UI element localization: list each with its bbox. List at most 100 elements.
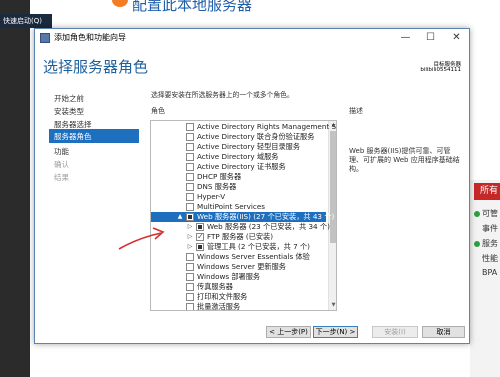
role-label: Web 服务器 (23 个已安装，共 34 个) bbox=[207, 222, 330, 231]
role-label: 管理工具 (2 个已安装，共 7 个) bbox=[207, 242, 310, 251]
tile-item-performance[interactable]: 性能 bbox=[474, 253, 498, 264]
role-checkbox[interactable] bbox=[186, 283, 194, 291]
tile-item-services[interactable]: 服务 bbox=[474, 238, 498, 249]
role-label: Active Directory 联合身份验证服务 bbox=[197, 132, 315, 141]
expand-icon[interactable]: ▷ bbox=[187, 232, 193, 242]
wizard-app-icon bbox=[40, 33, 50, 43]
instruction-text: 选择要安装在所选服务器上的一个或多个角色。 bbox=[151, 91, 294, 99]
server-manager-heading[interactable]: 配置此本地服务器 bbox=[132, 0, 252, 15]
role-label: Active Directory 证书服务 bbox=[197, 162, 286, 171]
role-checkbox[interactable] bbox=[186, 253, 194, 261]
role-checkbox[interactable] bbox=[186, 153, 194, 161]
nav-confirmation: 确认 bbox=[54, 160, 69, 169]
close-button[interactable]: ✕ bbox=[444, 29, 469, 47]
role-item[interactable]: ▷ 管理工具 (2 个已安装，共 7 个) bbox=[151, 242, 326, 252]
tile-item-bpa[interactable]: BPA bbox=[474, 268, 497, 277]
role-label: 传真服务器 bbox=[197, 282, 233, 291]
role-item[interactable]: ▷ ✓ FTP 服务器 (已安装) bbox=[151, 232, 326, 242]
collapse-icon[interactable]: ▲ bbox=[177, 212, 183, 222]
tile-item-manageability[interactable]: 可管 bbox=[474, 208, 498, 219]
role-checkbox[interactable] bbox=[196, 223, 204, 231]
role-label: 打印和文件服务 bbox=[197, 292, 248, 301]
scroll-thumb[interactable] bbox=[330, 131, 336, 243]
role-checkbox[interactable] bbox=[186, 303, 194, 310]
role-label: Hyper-V bbox=[197, 192, 226, 201]
next-button[interactable]: 下一步(N) > bbox=[313, 326, 358, 338]
role-checkbox[interactable] bbox=[186, 163, 194, 171]
nav-installation-type[interactable]: 安装类型 bbox=[54, 106, 84, 117]
nav-features[interactable]: 功能 bbox=[54, 146, 69, 157]
role-item[interactable]: Windows 部署服务 bbox=[151, 272, 326, 282]
role-label: DNS 服务器 bbox=[197, 182, 237, 191]
blank-icon bbox=[474, 270, 480, 276]
role-description: Web 服务器(IIS)提供可靠、可管理、可扩展的 Web 应用程序基础结构。 bbox=[349, 147, 460, 173]
role-label: Windows 部署服务 bbox=[197, 272, 261, 281]
page-title: 选择服务器角色 bbox=[43, 58, 149, 76]
expand-icon[interactable]: ▷ bbox=[187, 222, 193, 232]
role-item[interactable]: ▲ Web 服务器(IIS) (27 个已安装，共 43 个) bbox=[151, 212, 334, 222]
role-checkbox[interactable] bbox=[186, 263, 194, 271]
role-item[interactable]: Active Directory Rights Management Servi… bbox=[151, 122, 336, 132]
role-label: MultiPoint Services bbox=[197, 202, 266, 211]
role-item[interactable]: Windows Server 更新服务 bbox=[151, 262, 326, 272]
role-item[interactable]: Hyper-V bbox=[151, 192, 326, 202]
nav-results: 结果 bbox=[54, 173, 69, 182]
previous-button[interactable]: < 上一步(P) bbox=[266, 326, 311, 338]
role-item[interactable]: Windows Server Essentials 体验 bbox=[151, 252, 326, 262]
nav-server-roles-label: 服务器角色 bbox=[54, 132, 92, 141]
role-item[interactable]: Active Directory 联合身份验证服务 bbox=[151, 132, 326, 142]
role-item[interactable]: DHCP 服务器 bbox=[151, 172, 326, 182]
role-checkbox[interactable] bbox=[196, 243, 204, 251]
role-item[interactable]: 传真服务器 bbox=[151, 282, 326, 292]
title-bar[interactable]: 添加角色和功能向导 — ☐ ✕ bbox=[35, 29, 469, 47]
role-checkbox[interactable] bbox=[186, 193, 194, 201]
nav-server-roles[interactable]: 服务器角色 bbox=[49, 129, 139, 143]
role-label: Active Directory Rights Management Servi… bbox=[197, 122, 337, 131]
role-label: Windows Server 更新服务 bbox=[197, 262, 286, 271]
install-button: 安装(I) bbox=[372, 326, 418, 338]
role-item[interactable]: 打印和文件服务 bbox=[151, 292, 326, 302]
status-ok-icon bbox=[474, 210, 480, 217]
role-checkbox[interactable]: ✓ bbox=[196, 233, 204, 241]
role-checkbox[interactable] bbox=[186, 273, 194, 281]
role-item[interactable]: Active Directory 轻型目录服务 bbox=[151, 142, 326, 152]
cancel-button[interactable]: 取消 bbox=[422, 326, 465, 338]
window-title: 添加角色和功能向导 bbox=[54, 33, 126, 42]
role-label: FTP 服务器 (已安装) bbox=[207, 232, 274, 241]
role-checkbox[interactable] bbox=[186, 213, 194, 221]
role-label: 批量激活服务 bbox=[197, 302, 241, 311]
role-checkbox[interactable] bbox=[186, 183, 194, 191]
maximize-button[interactable]: ☐ bbox=[418, 29, 443, 47]
target-server-value: bilibili0554111 bbox=[420, 67, 461, 73]
status-ok-icon bbox=[474, 240, 480, 247]
role-label: Active Directory 轻型目录服务 bbox=[197, 142, 301, 151]
quick-start-item[interactable]: 快速启动(Q) bbox=[0, 14, 52, 28]
role-item[interactable]: ▷ Web 服务器 (23 个已安装，共 34 个) bbox=[151, 222, 330, 232]
blank-icon bbox=[474, 256, 480, 262]
role-checkbox[interactable] bbox=[186, 143, 194, 151]
role-item[interactable]: DNS 服务器 bbox=[151, 182, 326, 192]
server-manager-sidebar bbox=[0, 0, 30, 377]
nav-before-you-begin[interactable]: 开始之前 bbox=[54, 93, 84, 104]
add-roles-wizard-dialog: 添加角色和功能向导 — ☐ ✕ 选择服务器角色 目标服务器 bilibili05… bbox=[34, 28, 470, 344]
blank-icon bbox=[474, 226, 480, 232]
role-label: Active Directory 域服务 bbox=[197, 152, 279, 161]
tile-item-events[interactable]: 事件 bbox=[474, 223, 498, 234]
minimize-button[interactable]: — bbox=[393, 29, 418, 47]
tile-header: 所有 bbox=[474, 183, 500, 200]
role-item[interactable]: 批量激活服务 bbox=[151, 302, 326, 311]
role-item[interactable]: Active Directory 域服务 bbox=[151, 152, 326, 162]
role-label: DHCP 服务器 bbox=[197, 172, 242, 181]
role-checkbox[interactable] bbox=[186, 173, 194, 181]
expand-icon[interactable]: ▷ bbox=[187, 242, 193, 252]
roles-column-header: 角色 bbox=[151, 107, 165, 115]
role-item[interactable]: MultiPoint Services bbox=[151, 202, 326, 212]
role-checkbox[interactable] bbox=[186, 203, 194, 211]
roles-tree[interactable]: ▲ ▼ Active Directory Rights Management S… bbox=[150, 120, 337, 311]
scroll-down-icon[interactable]: ▼ bbox=[329, 301, 336, 310]
role-checkbox[interactable] bbox=[186, 123, 194, 131]
annotation-arrow-icon bbox=[118, 227, 165, 250]
role-checkbox[interactable] bbox=[186, 293, 194, 301]
role-item[interactable]: Active Directory 证书服务 bbox=[151, 162, 326, 172]
role-checkbox[interactable] bbox=[186, 133, 194, 141]
